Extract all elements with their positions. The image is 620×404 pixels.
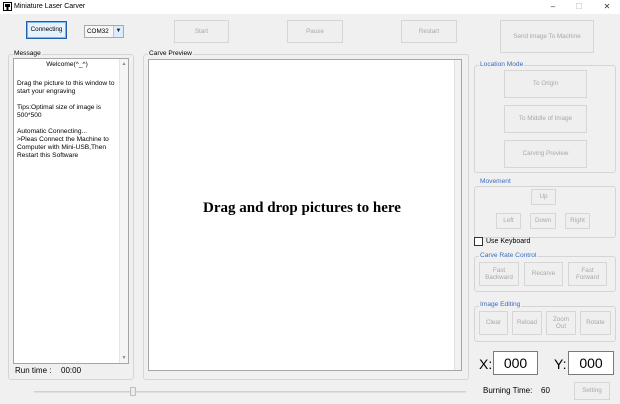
use-keyboard-checkbox[interactable]	[474, 237, 483, 246]
drop-zone-text: Drag and drop pictures to here	[203, 200, 401, 216]
to-middle-of-image-button[interactable]: To Middle of Image	[504, 105, 587, 133]
message-log[interactable]: Welcome(^_^) Drag the picture to this wi…	[13, 58, 129, 364]
y-coordinate-field[interactable]: 000	[568, 351, 614, 375]
message-body: Drag the picture to this window to start…	[17, 80, 115, 159]
scroll-up-arrow-icon[interactable]: ▲	[120, 60, 128, 68]
carving-preview-button[interactable]: Carving Preview	[504, 140, 587, 168]
move-left-button[interactable]: Left	[496, 213, 521, 229]
run-time-value: 00:00	[61, 366, 82, 375]
move-down-button[interactable]: Down	[530, 213, 556, 229]
close-button[interactable]: ✕	[594, 0, 620, 14]
to-origin-button[interactable]: To Origin	[504, 70, 587, 98]
canvas-scrollbar[interactable]	[454, 60, 461, 370]
recarve-button[interactable]: Recarve	[524, 262, 563, 286]
carve-preview-label: Carve Preview	[148, 50, 193, 58]
port-select[interactable]: COM32 ▼	[84, 25, 124, 38]
message-group-label: Message	[13, 50, 42, 58]
y-coordinate-label: Y:	[554, 356, 567, 372]
reload-button[interactable]: Reload	[512, 311, 542, 335]
burning-time-slider-track[interactable]	[34, 391, 466, 393]
movement-label: Movement	[479, 178, 512, 186]
window-title: Miniature Laser Carver	[14, 3, 86, 10]
minimize-button[interactable]: –	[540, 0, 566, 14]
clear-button[interactable]: Clear	[479, 311, 508, 335]
carve-preview-canvas[interactable]: Drag and drop pictures to here	[148, 59, 462, 371]
x-coordinate-label: X:	[479, 356, 493, 372]
welcome-text: Welcome(^_^)	[46, 61, 88, 68]
pause-button[interactable]: Pause	[287, 20, 343, 43]
burning-time-label: Burning Time:	[483, 386, 533, 395]
fast-forward-button[interactable]: Fast Forward	[568, 262, 607, 286]
zoom-out-button[interactable]: Zoom Out	[546, 311, 576, 335]
burning-time-slider-thumb[interactable]	[130, 387, 137, 396]
x-coordinate-field[interactable]: 000	[493, 351, 538, 375]
port-select-value: COM32	[87, 28, 109, 35]
use-keyboard-label: Use Keyboard	[486, 238, 531, 245]
restart-button[interactable]: Restart	[401, 20, 457, 43]
title-bar	[0, 0, 620, 14]
connecting-button[interactable]: Connecting	[26, 21, 67, 39]
start-button[interactable]: Start	[174, 20, 229, 43]
move-up-button[interactable]: Up	[531, 189, 556, 205]
carve-rate-label: Carve Rate Control	[479, 252, 538, 260]
location-mode-label: Location Mode	[479, 61, 525, 69]
laser-carver-app-icon	[3, 2, 12, 11]
rotate-button[interactable]: Rotate	[580, 311, 611, 335]
burning-time-value: 60	[541, 386, 550, 395]
setting-button[interactable]: Setting	[574, 382, 610, 400]
scroll-down-arrow-icon[interactable]: ▼	[120, 354, 128, 362]
fast-backward-button[interactable]: Fast Backward	[479, 262, 519, 286]
send-image-button[interactable]: Send image To Machine	[500, 20, 594, 53]
run-time-label: Run time :	[15, 366, 52, 375]
maximize-button[interactable]: ☐	[566, 0, 592, 14]
chevron-down-icon[interactable]: ▼	[113, 26, 123, 37]
image-editing-label: Image Editing	[479, 301, 522, 309]
move-right-button[interactable]: Right	[565, 213, 590, 229]
message-scrollbar[interactable]: ▲ ▼	[119, 59, 128, 363]
